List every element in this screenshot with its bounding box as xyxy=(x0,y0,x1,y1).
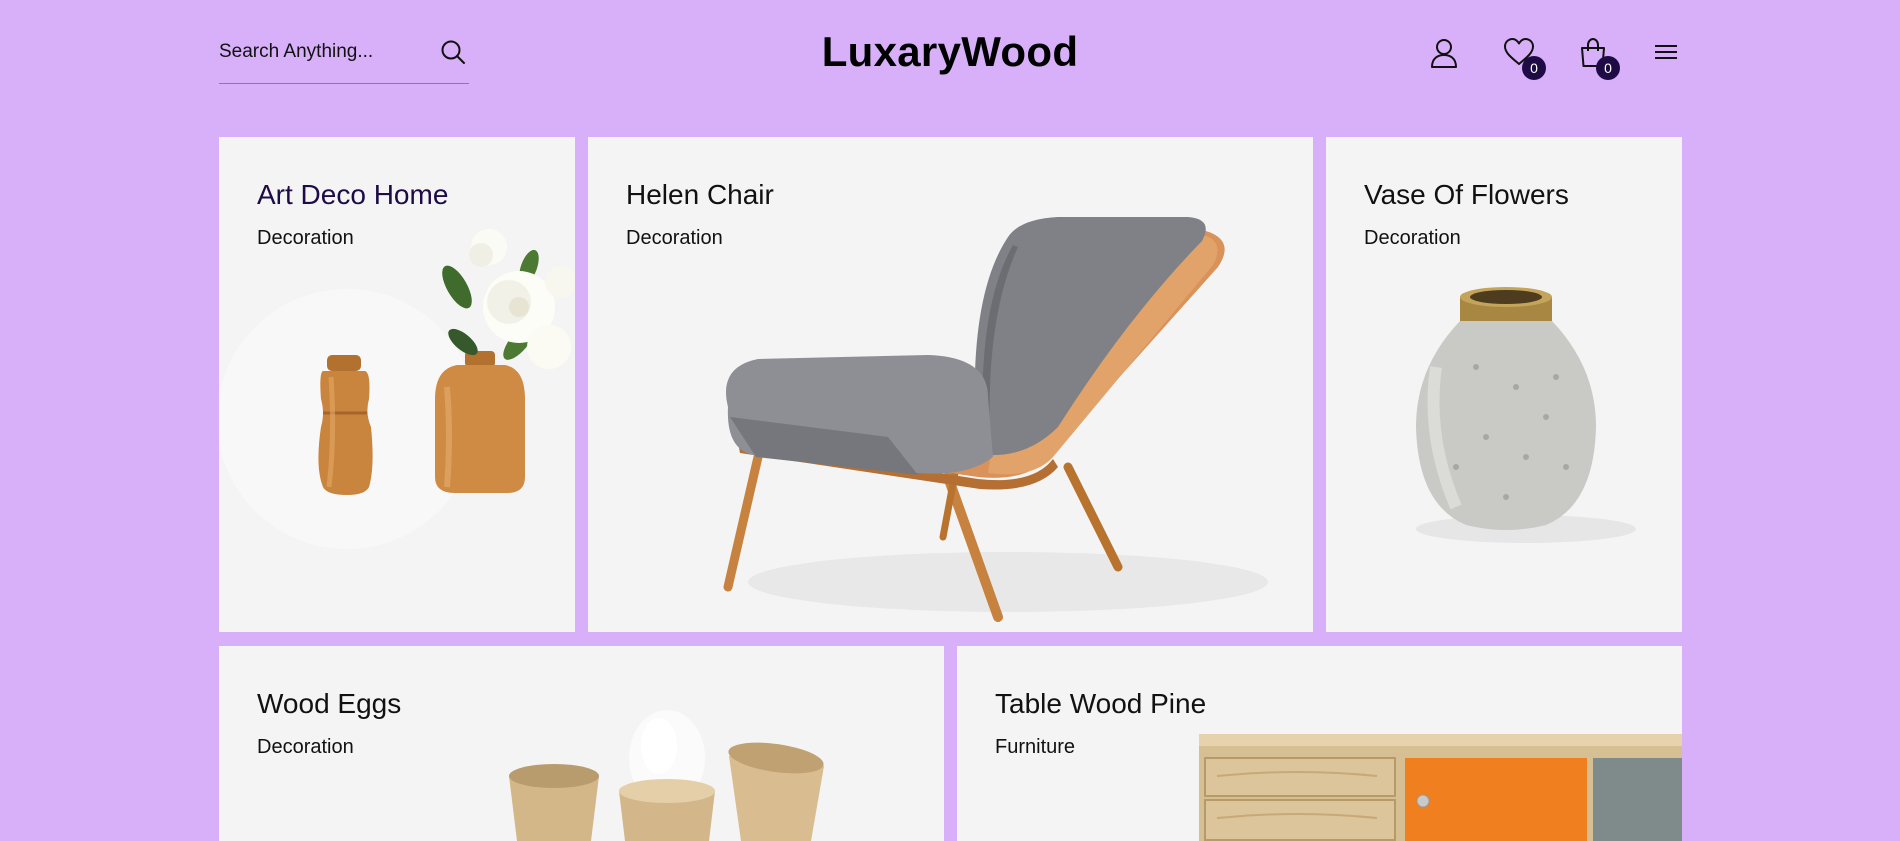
product-card[interactable]: Art Deco Home Decoration xyxy=(219,137,575,632)
hamburger-menu-icon xyxy=(1655,45,1677,59)
product-card[interactable]: Vase Of Flowers Decoration xyxy=(1326,137,1682,632)
user-icon xyxy=(1431,39,1457,68)
menu-button[interactable] xyxy=(1649,36,1683,70)
product-card[interactable]: Helen Chair Decoration xyxy=(588,137,1313,632)
account-button[interactable] xyxy=(1427,36,1461,70)
wishlist-count-badge: 0 xyxy=(1522,56,1546,80)
product-card[interactable]: Wood Eggs Decoration xyxy=(219,646,944,841)
cart-count-badge: 0 xyxy=(1596,56,1620,80)
wishlist-button[interactable]: 0 xyxy=(1502,36,1546,80)
cart-button[interactable]: 0 xyxy=(1576,36,1620,80)
product-card[interactable]: Table Wood Pine Furniture xyxy=(957,646,1682,841)
site-header: LuxaryWood 0 0 xyxy=(0,0,1900,105)
